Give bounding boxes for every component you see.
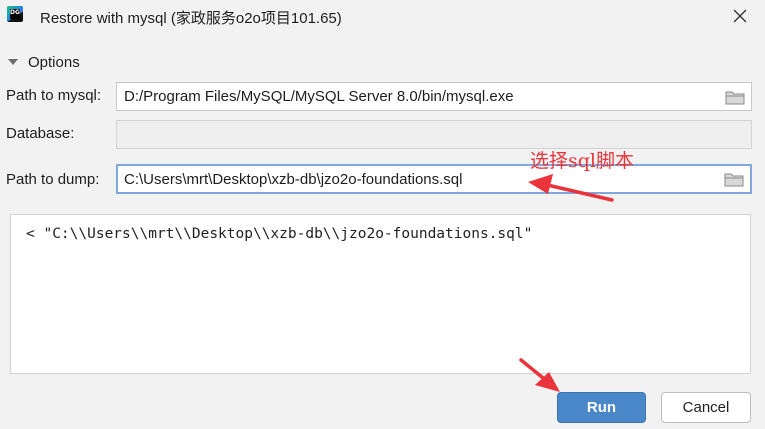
datagrip-app-icon: DG [7,6,23,22]
path-to-mysql-value: D:/Program Files/MySQL/MySQL Server 8.0/… [124,88,514,105]
window-title: Restore with mysql (家政服务o2o项目101.65) [40,10,342,27]
database-field[interactable] [116,120,752,149]
run-button[interactable]: Run [557,392,646,423]
path-to-dump-value: C:\Users\mrt\Desktop\xzb-db\jzo2o-founda… [124,170,463,188]
title-bar: DG Restore with mysql (家政服务o2o项目101.65) [0,0,765,34]
path-to-mysql-label: Path to mysql: [6,87,102,104]
path-to-dump-label: Path to dump: [6,171,100,188]
folder-icon[interactable] [725,89,745,105]
database-label: Database: [6,125,75,142]
path-to-dump-field[interactable]: C:\Users\mrt\Desktop\xzb-db\jzo2o-founda… [116,164,752,194]
chevron-down-icon [8,59,18,65]
options-section-label: Options [28,53,80,71]
annotation-text: 选择sql脚本 [530,150,634,172]
close-button[interactable] [728,4,752,28]
path-to-mysql-field[interactable]: D:/Program Files/MySQL/MySQL Server 8.0/… [116,82,752,111]
options-section-toggle[interactable]: Options [8,51,80,73]
command-preview[interactable]: < "C:\\Users\\mrt\\Desktop\\xzb-db\\jzo2… [10,214,751,374]
app-icon-text: DG [10,9,20,19]
cancel-button[interactable]: Cancel [661,392,751,423]
folder-icon[interactable] [724,171,744,187]
close-icon [733,9,747,23]
